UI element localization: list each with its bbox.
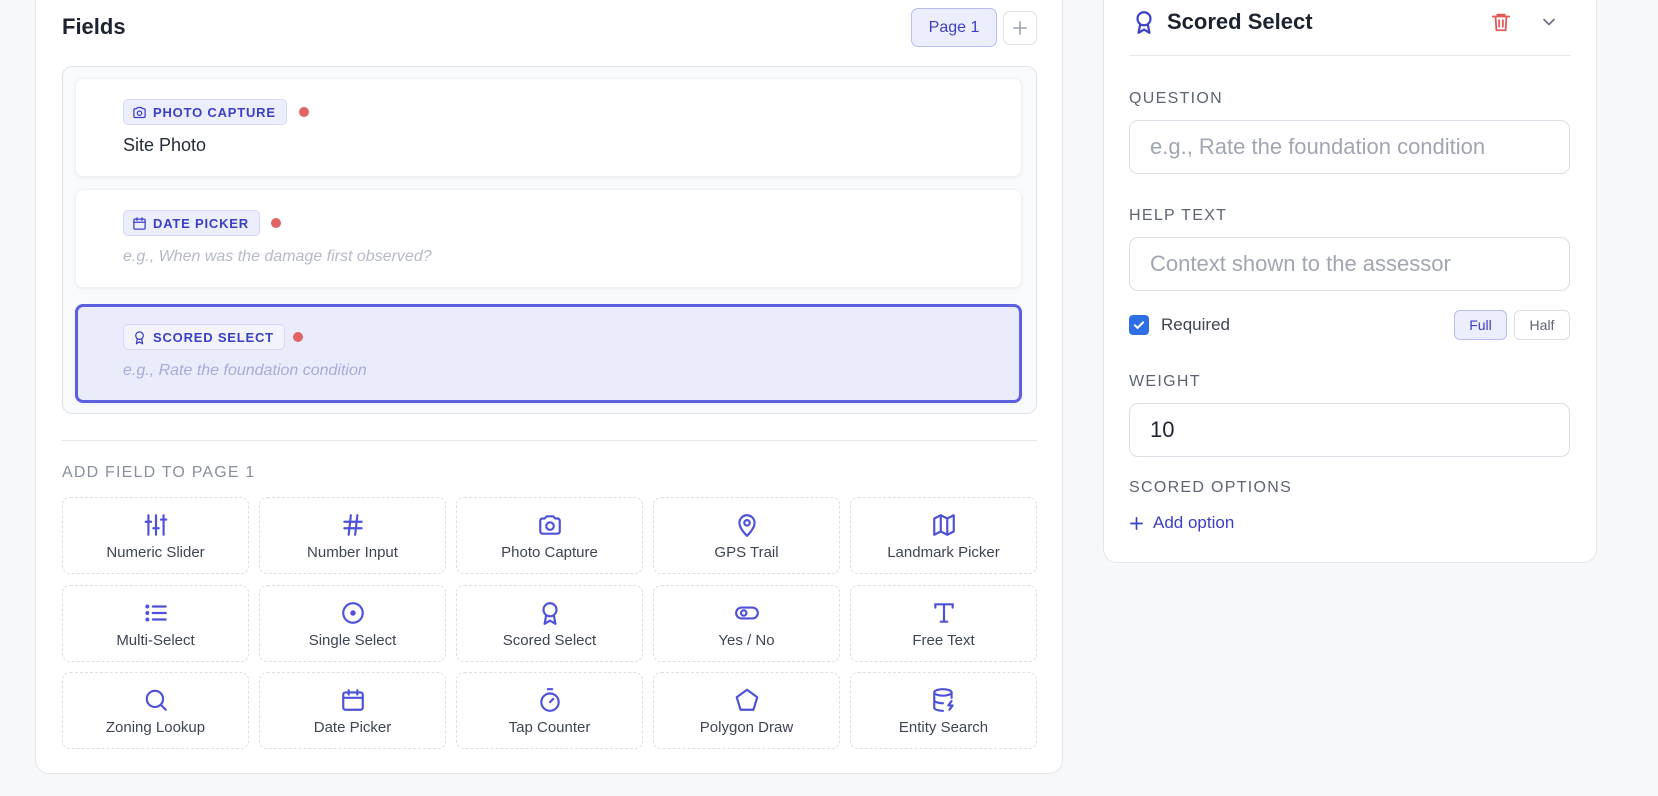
properties-title: Scored Select [1167, 9, 1313, 34]
help-text-label: HELP TEXT [1129, 207, 1228, 224]
field-placeholder: e.g., Rate the foundation condition [123, 362, 367, 379]
required-row: Required [1129, 315, 1230, 335]
palette-entity-search[interactable]: Entity Search [850, 672, 1037, 749]
plus-icon [1130, 516, 1143, 530]
add-option-button[interactable]: Add option [1129, 513, 1234, 533]
palette-landmark-picker[interactable]: Landmark Picker [850, 497, 1037, 574]
weight-input[interactable] [1129, 403, 1570, 457]
palette-number-input[interactable]: Number Input [259, 497, 446, 574]
radio-circle-icon [341, 602, 364, 624]
database-icon [932, 688, 954, 712]
pentagon-icon [735, 688, 758, 711]
width-half-button[interactable]: Half [1514, 310, 1570, 340]
palette-multi-select[interactable]: Multi-Select [62, 585, 249, 662]
palette-tap-counter[interactable]: Tap Counter [456, 672, 643, 749]
palette-label: Photo Capture [501, 544, 598, 561]
required-indicator [299, 107, 309, 117]
camera-icon [538, 515, 561, 535]
help-text-input[interactable] [1129, 237, 1570, 291]
palette-label: GPS Trail [714, 544, 779, 561]
palette-label: Landmark Picker [887, 544, 1000, 561]
palette-label: Free Text [912, 632, 975, 649]
palette-label: Numeric Slider [106, 544, 205, 561]
palette-date-picker[interactable]: Date Picker [259, 672, 446, 749]
required-indicator [271, 218, 281, 228]
timer-icon [539, 688, 560, 712]
palette-label: Zoning Lookup [105, 719, 206, 736]
palette-label: Tap Counter [508, 719, 591, 736]
field-card-site-photo[interactable]: PHOTO CAPTURE Site Photo [75, 78, 1022, 177]
field-type-tag: SCORED SELECT [123, 324, 285, 350]
list-icon [144, 604, 167, 622]
palette-free-text[interactable]: Free Text [850, 585, 1037, 662]
question-input[interactable] [1129, 120, 1570, 174]
field-type-tag: PHOTO CAPTURE [123, 99, 287, 125]
type-icon [933, 603, 954, 623]
palette-numeric-slider[interactable]: Numeric Slider [62, 497, 249, 574]
camera-icon [133, 106, 146, 118]
palette-zoning-lookup[interactable]: Zoning Lookup [62, 672, 249, 749]
field-card-date-picker[interactable]: DATE PICKER e.g., When was the damage fi… [75, 189, 1022, 288]
palette-scored-select[interactable]: Scored Select [456, 585, 643, 662]
palette-yes-no[interactable]: Yes / No [653, 585, 840, 662]
chevron-down-icon[interactable] [1539, 12, 1559, 32]
search-icon [145, 689, 167, 711]
palette-gps-trail[interactable]: GPS Trail [653, 497, 840, 574]
width-full-button[interactable]: Full [1454, 310, 1507, 340]
section-divider [62, 440, 1037, 441]
field-type-label: PHOTO CAPTURE [153, 104, 276, 120]
field-type-label: SCORED SELECT [153, 329, 274, 345]
field-placeholder: e.g., When was the damage first observed… [123, 248, 432, 265]
add-page-button[interactable] [1003, 11, 1037, 45]
palette-label: Multi-Select [116, 632, 195, 649]
calendar-icon [133, 216, 146, 230]
trash-icon[interactable] [1490, 10, 1512, 34]
toggle-icon [734, 606, 759, 620]
weight-label: WEIGHT [1129, 373, 1201, 390]
palette-label: Entity Search [898, 719, 989, 736]
calendar-icon [341, 689, 364, 711]
add-field-heading: ADD FIELD TO PAGE 1 [62, 464, 256, 481]
map-icon [932, 514, 955, 536]
field-type-label: DATE PICKER [153, 215, 249, 231]
plus-icon [1013, 21, 1027, 35]
question-label: QUESTION [1129, 90, 1223, 107]
palette-label: Date Picker [313, 719, 392, 736]
award-icon [135, 330, 144, 344]
fields-list: PHOTO CAPTURE Site Photo DATE PICKER e.g… [62, 66, 1037, 414]
award-icon [1136, 11, 1152, 34]
palette-label: Number Input [307, 544, 398, 561]
palette-label: Scored Select [502, 632, 597, 649]
palette-single-select[interactable]: Single Select [259, 585, 446, 662]
sliders-icon [144, 514, 167, 536]
palette-label: Yes / No [718, 632, 775, 649]
scored-options-label: SCORED OPTIONS [1129, 479, 1293, 496]
palette-label: Single Select [308, 632, 397, 649]
field-card-scored-select[interactable]: SCORED SELECT e.g., Rate the foundation … [75, 304, 1022, 403]
palette-label: Polygon Draw [699, 719, 794, 736]
map-pin-icon [737, 514, 756, 537]
palette-polygon-draw[interactable]: Polygon Draw [653, 672, 840, 749]
add-option-label: Add option [1153, 513, 1235, 532]
palette-photo-capture[interactable]: Photo Capture [456, 497, 643, 574]
check-icon [1133, 321, 1145, 329]
required-checkbox[interactable] [1129, 315, 1149, 335]
fields-title: Fields [62, 14, 126, 39]
award-icon [541, 602, 558, 625]
page-tab-1[interactable]: Page 1 [911, 8, 997, 47]
field-type-tag: DATE PICKER [123, 210, 260, 236]
properties-divider [1129, 55, 1570, 56]
hash-icon [342, 514, 363, 536]
field-label: Site Photo [123, 135, 207, 155]
required-indicator [293, 332, 303, 342]
required-label: Required [1161, 315, 1230, 334]
